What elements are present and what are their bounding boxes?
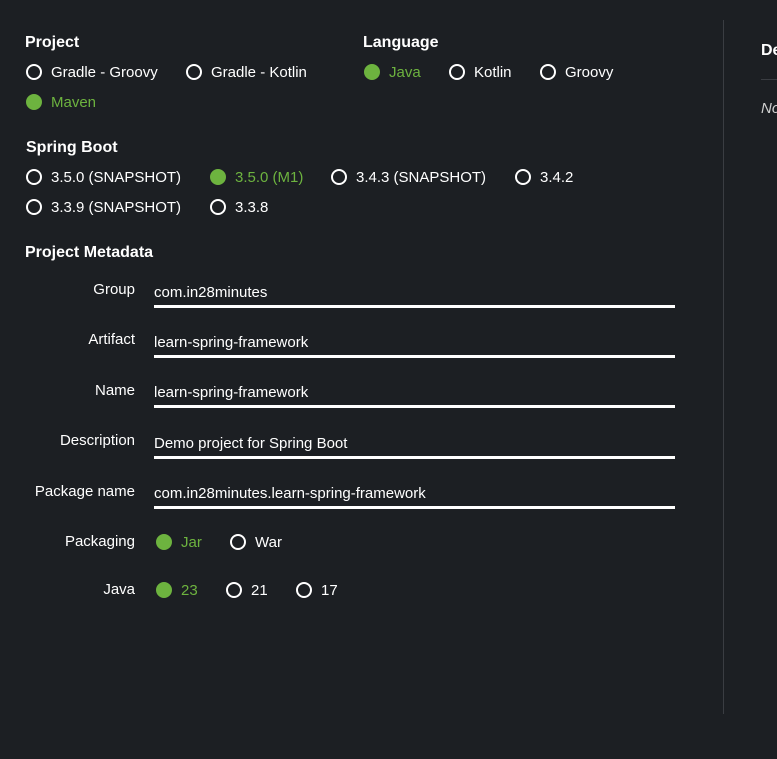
- language-radio-java[interactable]: Java: [364, 62, 421, 82]
- radio-dot-icon: [364, 64, 380, 80]
- spring-boot-radio-3-4-3-snapshot[interactable]: 3.4.3 (SNAPSHOT): [331, 167, 486, 187]
- radio-dot-icon: [26, 94, 42, 110]
- radio-label: 23: [181, 581, 198, 599]
- radio-label: War: [255, 533, 282, 551]
- radio-dot-icon: [26, 199, 42, 215]
- package-name-label: Package name: [34, 483, 135, 500]
- language-radio-kotlin[interactable]: Kotlin: [449, 62, 512, 82]
- column-divider: [723, 20, 724, 714]
- package-name-input[interactable]: [154, 481, 675, 505]
- java-radio-17[interactable]: 17: [296, 580, 338, 600]
- radio-label: Maven: [51, 93, 97, 111]
- language-radio-groovy[interactable]: Groovy: [540, 62, 613, 82]
- spring-boot-section-title: Spring Boot: [26, 139, 118, 156]
- radio-dot-icon: [331, 169, 347, 185]
- radio-dot-icon: [156, 582, 172, 598]
- radio-label: 3.4.2: [540, 168, 574, 186]
- radio-label: Kotlin: [474, 63, 512, 81]
- radio-dot-icon: [186, 64, 202, 80]
- artifact-label: Artifact: [88, 331, 135, 348]
- artifact-field: [154, 330, 675, 358]
- spring-initializr-form: Project Gradle - Groovy Gradle - Kotlin …: [0, 0, 777, 759]
- project-section-title: Project: [25, 34, 80, 51]
- radio-label: 3.5.0 (SNAPSHOT): [51, 168, 182, 186]
- radio-dot-icon: [226, 582, 242, 598]
- description-label: Description: [59, 432, 135, 449]
- project-radio-gradle-kotlin[interactable]: Gradle - Kotlin: [186, 62, 307, 82]
- description-input[interactable]: [154, 431, 675, 455]
- java-radio-21[interactable]: 21: [226, 580, 268, 600]
- name-input[interactable]: [154, 380, 675, 404]
- java-radio-23[interactable]: 23: [156, 580, 198, 600]
- radio-dot-icon: [26, 169, 42, 185]
- project-radio-gradle-groovy[interactable]: Gradle - Groovy: [26, 62, 158, 82]
- spring-boot-radio-3-5-0-m1[interactable]: 3.5.0 (M1): [210, 167, 303, 187]
- dependencies-divider: [761, 79, 777, 80]
- radio-dot-icon: [540, 64, 556, 80]
- group-label: Group: [93, 281, 135, 298]
- name-label: Name: [94, 382, 135, 399]
- radio-label: Jar: [181, 533, 202, 551]
- dependencies-empty-note: No: [761, 100, 777, 117]
- group-input[interactable]: [154, 280, 675, 304]
- radio-dot-icon: [230, 534, 246, 550]
- radio-dot-icon: [210, 199, 226, 215]
- radio-label: Java: [389, 63, 421, 81]
- radio-label: 3.4.3 (SNAPSHOT): [356, 168, 487, 186]
- spring-boot-radio-3-3-9-snapshot[interactable]: 3.3.9 (SNAPSHOT): [26, 197, 181, 217]
- language-section-title: Language: [363, 34, 439, 51]
- radio-label: 3.3.9 (SNAPSHOT): [51, 198, 182, 216]
- dependencies-title: De: [761, 42, 777, 59]
- project-radio-maven[interactable]: Maven: [26, 92, 96, 112]
- radio-label: 21: [251, 581, 268, 599]
- radio-dot-icon: [515, 169, 531, 185]
- package-name-field: [154, 481, 675, 509]
- radio-label: 3.5.0 (M1): [235, 168, 304, 186]
- artifact-input[interactable]: [154, 330, 675, 354]
- radio-label: Gradle - Kotlin: [211, 63, 307, 81]
- spring-boot-radio-3-5-0-snapshot[interactable]: 3.5.0 (SNAPSHOT): [26, 167, 181, 187]
- spring-boot-radio-3-4-2[interactable]: 3.4.2: [515, 167, 573, 187]
- name-field: [154, 380, 675, 408]
- packaging-radio-jar[interactable]: Jar: [156, 532, 202, 552]
- radio-label: 17: [321, 581, 338, 599]
- radio-dot-icon: [156, 534, 172, 550]
- spring-boot-radio-3-3-8[interactable]: 3.3.8: [210, 197, 268, 217]
- radio-dot-icon: [449, 64, 465, 80]
- radio-label: 3.3.8: [235, 198, 269, 216]
- radio-dot-icon: [26, 64, 42, 80]
- java-version-label: Java: [103, 581, 135, 598]
- group-field: [154, 280, 675, 308]
- packaging-label: Packaging: [64, 533, 135, 550]
- metadata-section-title: Project Metadata: [25, 244, 154, 261]
- packaging-radio-war[interactable]: War: [230, 532, 282, 552]
- radio-label: Groovy: [565, 63, 614, 81]
- radio-label: Gradle - Groovy: [51, 63, 158, 81]
- radio-dot-icon: [296, 582, 312, 598]
- description-field: [154, 431, 675, 459]
- radio-dot-icon: [210, 169, 226, 185]
